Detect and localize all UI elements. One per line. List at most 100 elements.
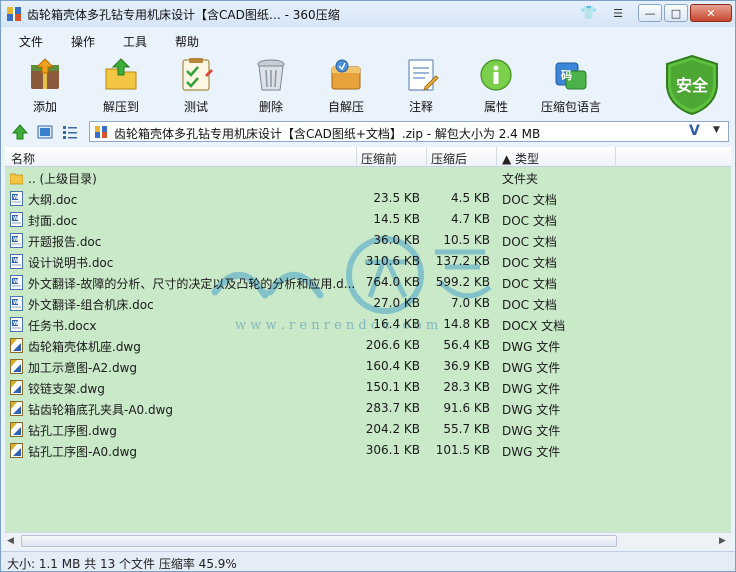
file-row[interactable]: 钻齿轮箱底孔夹具-A0.dwg 283.7 KB 91.6 KB DWG 文件	[5, 398, 731, 419]
file-size: 206.6 KB	[365, 338, 420, 352]
add-button[interactable]: 添加	[10, 55, 80, 115]
path-dropdown-icon[interactable]: ▼	[713, 125, 720, 135]
file-compressed-size: 4.5 KB	[451, 191, 490, 205]
comment-button[interactable]: 注释	[386, 55, 456, 115]
file-compressed-size: 137.2 KB	[435, 254, 490, 268]
menu-help[interactable]: 帮助	[175, 33, 199, 50]
svg-text:W: W	[13, 258, 19, 264]
column-divider[interactable]	[615, 147, 616, 167]
delete-button[interactable]: 删除	[236, 55, 306, 115]
file-row[interactable]: W 外文翻译-故障的分析、尺寸的决定以及凸轮的分析和应用.d... 764.0 KB…	[5, 272, 731, 293]
file-row[interactable]: 齿轮箱壳体机座.dwg 206.6 KB 56.4 KB DWG 文件	[5, 335, 731, 356]
column-divider[interactable]	[496, 147, 497, 167]
file-type: DOC 文档	[502, 298, 557, 312]
up-level-icon[interactable]	[12, 124, 28, 140]
extract-to-label: 解压到	[102, 100, 139, 114]
thumbnail-view-icon[interactable]	[37, 124, 53, 140]
file-type: DWG 文件	[502, 445, 561, 459]
title-bar[interactable]: 齿轮箱壳体多孔钻专用机床设计【含CAD图纸… - 360压缩 👕 ☰ — □ ✕	[1, 1, 735, 27]
security-shield-icon[interactable]: 安全	[661, 54, 723, 116]
column-compressed[interactable]: 压缩后	[431, 150, 467, 167]
dwg-file-icon	[10, 422, 23, 437]
file-size: 16.4 KB	[373, 317, 420, 331]
file-row[interactable]: W 外文翻译-组合机床.doc 27.0 KB 7.0 KB DOC 文档	[5, 293, 731, 314]
menu-bar: 文件 操作 工具 帮助	[1, 28, 735, 50]
close-button[interactable]: ✕	[690, 4, 732, 22]
file-type: DOC 文档	[502, 214, 557, 228]
svg-text:W: W	[13, 321, 19, 327]
detail-view-icon[interactable]	[62, 124, 78, 140]
file-row[interactable]: W 设计说明书.doc 310.6 KB 137.2 KB DOC 文档	[5, 251, 731, 272]
file-type: DWG 文件	[502, 403, 561, 417]
file-compressed-size: 91.6 KB	[443, 401, 490, 415]
file-row[interactable]: .. (上级目录) 文件夹	[5, 167, 731, 188]
column-divider[interactable]	[356, 147, 357, 167]
file-row[interactable]: W 开题报告.doc 36.0 KB 10.5 KB DOC 文档	[5, 230, 731, 251]
file-size: 160.4 KB	[365, 359, 420, 373]
file-size: 306.1 KB	[365, 443, 420, 457]
scroll-right-icon[interactable]: ▶	[719, 536, 726, 546]
word-doc-icon: W	[10, 212, 23, 227]
scroll-left-icon[interactable]: ◀	[7, 536, 14, 546]
file-row[interactable]: 铰链支架.dwg 150.1 KB 28.3 KB DWG 文件	[5, 377, 731, 398]
file-row[interactable]: W 封面.doc 14.5 KB 4.7 KB DOC 文档	[5, 209, 731, 230]
column-size[interactable]: 压缩前	[361, 150, 397, 167]
file-size: 14.5 KB	[373, 212, 420, 226]
file-compressed-size: 55.7 KB	[443, 422, 490, 436]
file-size: 27.0 KB	[373, 296, 420, 310]
file-type: DOCX 文档	[502, 319, 566, 333]
menu-tools[interactable]: 工具	[123, 33, 147, 50]
file-row[interactable]: 加工示意图-A2.dwg 160.4 KB 36.9 KB DWG 文件	[5, 356, 731, 377]
main-menu-icon[interactable]: ☰	[608, 4, 628, 22]
file-row[interactable]: 钻孔工序图-A0.dwg 306.1 KB 101.5 KB DWG 文件	[5, 440, 731, 461]
file-name: 加工示意图-A2.dwg	[28, 361, 138, 375]
dwg-file-icon	[10, 401, 23, 416]
file-name: 封面.doc	[28, 214, 78, 228]
archive-language-button[interactable]: 码 压缩包语言	[536, 55, 606, 115]
file-size: 204.2 KB	[365, 422, 420, 436]
skin-icon[interactable]: 👕	[579, 4, 599, 22]
comment-note-icon	[408, 59, 439, 91]
column-name[interactable]: 名称	[11, 150, 35, 167]
svg-text:码: 码	[561, 69, 572, 82]
menu-operation[interactable]: 操作	[71, 33, 95, 50]
horizontal-scrollbar[interactable]: ◀ ▶	[5, 532, 731, 549]
file-name: 任务书.docx	[28, 319, 97, 333]
properties-button[interactable]: 属性	[461, 55, 531, 115]
word-doc-icon: W	[10, 191, 23, 206]
menu-file[interactable]: 文件	[19, 33, 43, 50]
svg-text:W: W	[13, 216, 19, 222]
dwg-file-icon	[10, 338, 23, 353]
file-row[interactable]: W 任务书.docx 16.4 KB 14.8 KB DOCX 文档	[5, 314, 731, 335]
file-name: 齿轮箱壳体机座.dwg	[28, 340, 141, 354]
path-v-icon[interactable]: V	[689, 123, 700, 139]
maximize-button[interactable]: □	[664, 4, 688, 22]
column-type[interactable]: ▲ 类型	[502, 150, 539, 167]
test-button[interactable]: 测试	[161, 55, 231, 115]
minimize-button[interactable]: —	[638, 4, 662, 22]
file-name: 外文翻译-故障的分析、尺寸的决定以及凸轮的分析和应用.d...	[28, 277, 356, 291]
file-compressed-size: 56.4 KB	[443, 338, 490, 352]
file-name: .. (上级目录)	[28, 172, 97, 186]
extract-to-button[interactable]: 解压到	[86, 55, 156, 115]
file-type: DOC 文档	[502, 256, 557, 270]
file-name: 钻孔工序图-A0.dwg	[28, 445, 138, 459]
word-doc-icon: W	[10, 275, 23, 290]
path-text: 齿轮箱壳体多孔钻专用机床设计【含CAD图纸+文档】.zip - 解包大小为 2.…	[114, 127, 541, 141]
window-title: 齿轮箱壳体多孔钻专用机床设计【含CAD图纸… - 360压缩	[27, 8, 340, 22]
column-divider[interactable]	[426, 147, 427, 167]
file-compressed-size: 4.7 KB	[451, 212, 490, 226]
file-type: DWG 文件	[502, 361, 561, 375]
self-extract-label: 自解压	[327, 100, 364, 114]
security-label: 安全	[676, 76, 709, 95]
file-row[interactable]: W 大纲.doc 23.5 KB 4.5 KB DOC 文档	[5, 188, 731, 209]
file-name: 外文翻译-组合机床.doc	[28, 298, 154, 312]
test-checklist-icon	[182, 58, 213, 91]
scrollbar-thumb[interactable]	[21, 535, 617, 547]
status-text: 大小: 1.1 MB 共 13 个文件 压缩率 45.9%	[7, 557, 237, 571]
file-row[interactable]: 钻孔工序图.dwg 204.2 KB 55.7 KB DWG 文件	[5, 419, 731, 440]
path-field[interactable]: 齿轮箱壳体多孔钻专用机床设计【含CAD图纸+文档】.zip - 解包大小为 2.…	[89, 121, 729, 142]
file-size: 283.7 KB	[365, 401, 420, 415]
file-type: DWG 文件	[502, 424, 561, 438]
self-extract-button[interactable]: 自解压	[311, 55, 381, 115]
